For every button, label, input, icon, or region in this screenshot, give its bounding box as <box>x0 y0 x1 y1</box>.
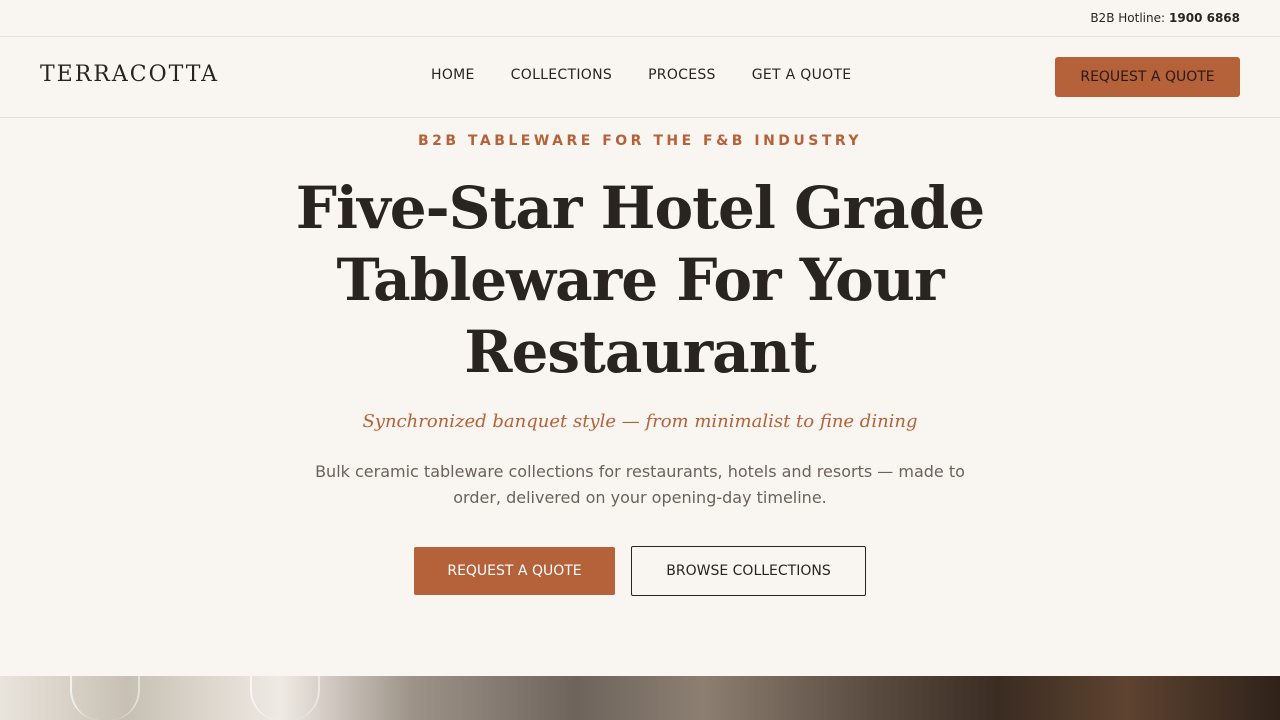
hero-eyebrow: B2B TABLEWARE FOR THE F&B INDUSTRY <box>417 133 863 149</box>
hero-banner-image <box>0 676 1280 720</box>
nav-get-quote-link[interactable]: GET A QUOTE <box>752 67 852 83</box>
nav-links: HOME COLLECTIONS PROCESS GET A QUOTE <box>431 67 851 83</box>
hero-headline: Five-Star Hotel Grade Tableware For Your… <box>295 174 985 386</box>
hero-browse-collections-button[interactable]: BROWSE COLLECTIONS <box>631 546 866 596</box>
main-navbar: TERRACOTTA HOME COLLECTIONS PROCESS GET … <box>0 37 1280 118</box>
hotline-number[interactable]: 1900 6868 <box>1169 11 1240 25</box>
hero-tagline: Synchronized banquet style — from minima… <box>362 411 918 432</box>
brand-logo[interactable]: TERRACOTTA <box>40 62 219 87</box>
hotline-label: B2B Hotline: <box>1090 11 1166 25</box>
nav-request-quote-button[interactable]: REQUEST A QUOTE <box>1055 57 1240 97</box>
hero-request-quote-button[interactable]: REQUEST A QUOTE <box>414 547 615 595</box>
wine-glass-image <box>70 676 140 720</box>
hero-description: Bulk ceramic tableware collections for r… <box>315 462 965 507</box>
top-bar: B2B Hotline: 1900 6868 <box>0 0 1280 37</box>
nav-process-link[interactable]: PROCESS <box>648 67 716 83</box>
nav-collections-link[interactable]: COLLECTIONS <box>511 67 612 83</box>
nav-home-link[interactable]: HOME <box>431 67 475 83</box>
wine-glass-image <box>250 676 320 720</box>
